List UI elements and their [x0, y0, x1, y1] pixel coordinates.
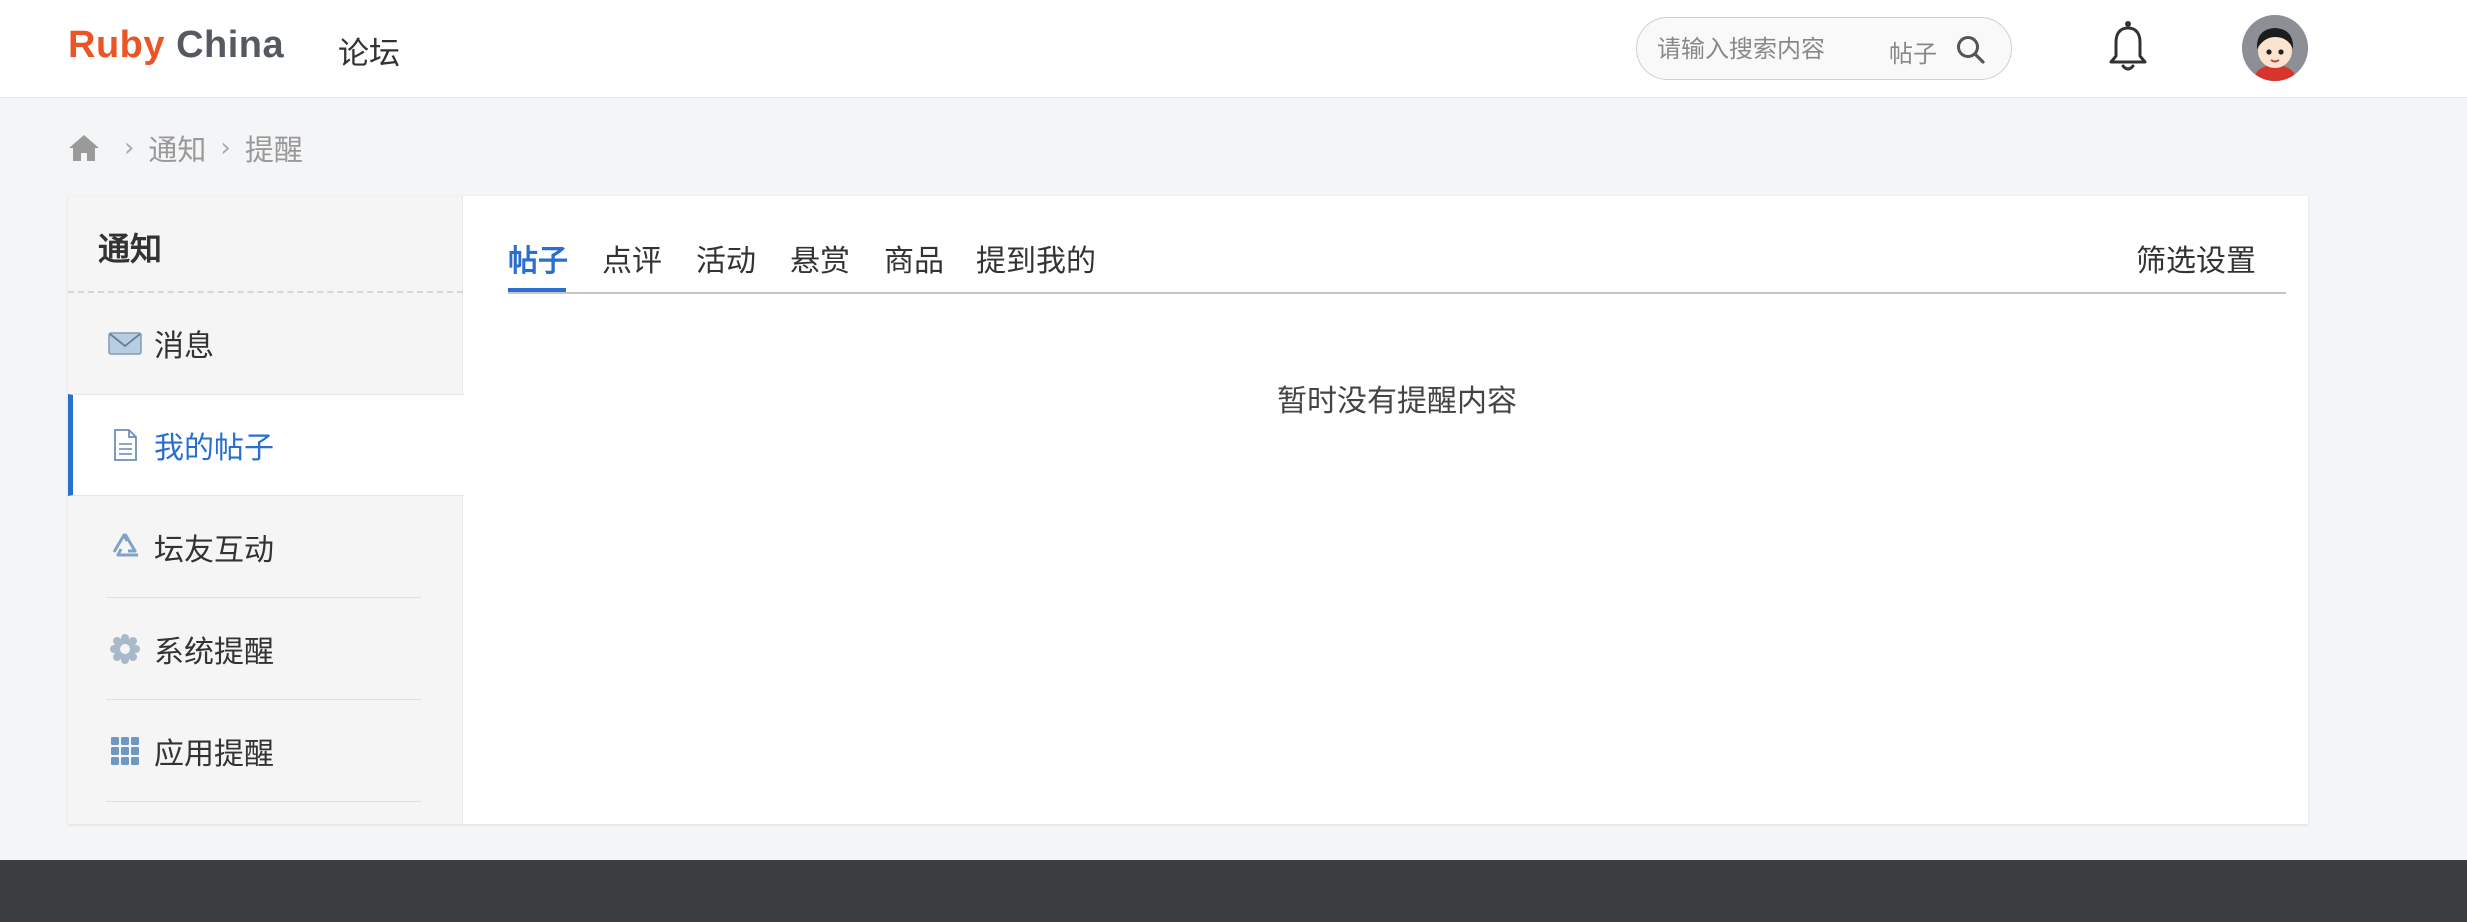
- tab-mentions[interactable]: 提到我的: [976, 236, 1096, 280]
- logo-china-text: China: [176, 24, 285, 66]
- sidebar-item-messages[interactable]: 消息: [68, 292, 463, 394]
- sidebar-item-label: 应用提醒: [154, 737, 274, 772]
- active-tab-indicator: [508, 288, 566, 292]
- sidebar-item-label: 我的帖子: [154, 431, 274, 466]
- footer: [0, 860, 2467, 922]
- search-input[interactable]: [1657, 32, 1877, 66]
- empty-state-message: 暂时没有提醒内容: [1277, 384, 1517, 419]
- tab-bounties[interactable]: 悬赏: [790, 236, 850, 280]
- tab-events[interactable]: 活动: [696, 236, 756, 280]
- sidebar: 通知 消息 我的帖子 坛友互动 系统提醒 应用提醒: [68, 196, 464, 824]
- sidebar-item-interactions[interactable]: 坛友互动: [68, 496, 463, 598]
- sidebar-item-label: 系统提醒: [154, 635, 274, 670]
- breadcrumb: › 通知 › 提醒: [68, 128, 303, 168]
- tab-products[interactable]: 商品: [884, 236, 944, 280]
- nav-forum-link[interactable]: 论坛: [338, 28, 400, 73]
- sidebar-item-label: 消息: [154, 329, 214, 364]
- sidebar-divider: [106, 801, 421, 802]
- reminder-tabs: 帖子 点评 活动 悬赏 商品 提到我的 筛选设置: [508, 196, 2286, 294]
- avatar-icon: [2242, 15, 2308, 81]
- sidebar-item-system-reminders[interactable]: 系统提醒: [68, 598, 463, 700]
- sidebar-item-app-reminders[interactable]: 应用提醒: [68, 700, 463, 802]
- envelope-icon: [108, 332, 142, 355]
- notifications-panel: 通知 消息 我的帖子 坛友互动 系统提醒 应用提醒 帖子 点评 活动 悬赏 商品…: [68, 196, 2308, 824]
- filter-settings-link[interactable]: 筛选设置: [2136, 236, 2256, 280]
- user-avatar[interactable]: [2242, 15, 2308, 81]
- site-logo[interactable]: Ruby China: [68, 24, 284, 67]
- tab-comments[interactable]: 点评: [602, 236, 662, 280]
- logo-ruby-text: Ruby: [68, 24, 165, 66]
- document-icon: [114, 429, 137, 461]
- recycle-icon: [112, 533, 138, 557]
- tab-posts[interactable]: 帖子: [508, 236, 568, 280]
- sidebar-title: 通知: [98, 230, 163, 268]
- top-navbar: Ruby China 论坛 帖子: [0, 0, 2467, 98]
- search-box: 帖子: [1636, 17, 2012, 80]
- breadcrumb-separator-icon: ›: [124, 133, 135, 163]
- breadcrumb-notifications[interactable]: 通知: [148, 127, 206, 169]
- search-scope-label[interactable]: 帖子: [1889, 34, 1937, 69]
- gear-icon: [110, 634, 140, 664]
- search-icon[interactable]: [1955, 34, 1987, 66]
- home-icon[interactable]: [68, 133, 100, 163]
- breadcrumb-reminders: 提醒: [244, 133, 303, 167]
- sidebar-item-my-posts[interactable]: 我的帖子: [68, 394, 464, 496]
- sidebar-item-label: 坛友互动: [154, 533, 274, 568]
- bell-icon[interactable]: [2108, 20, 2148, 74]
- breadcrumb-separator-icon: ›: [220, 133, 231, 163]
- grid-icon: [111, 737, 139, 765]
